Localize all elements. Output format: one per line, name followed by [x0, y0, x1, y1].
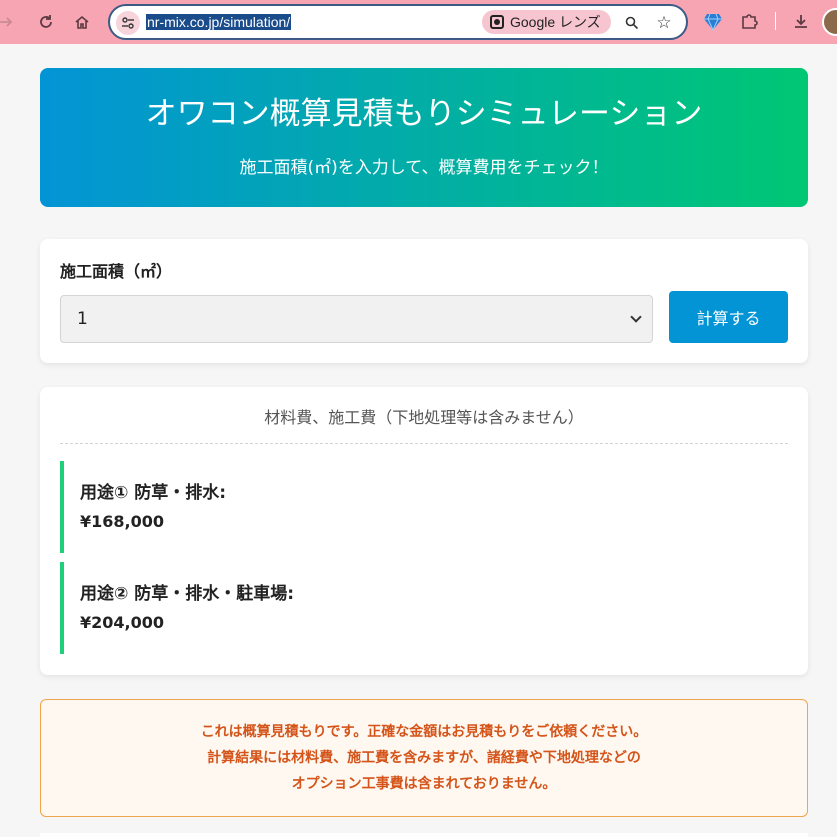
results-card: 材料費、施工費（下地処理等は含みません） 用途① 防草・排水: ¥168,000…	[40, 387, 808, 675]
area-label: 施工面積（㎡）	[60, 262, 173, 281]
calculate-button[interactable]: 計算する	[669, 291, 788, 343]
download-icon[interactable]	[790, 10, 812, 32]
chevron-down-icon	[630, 311, 642, 323]
area-select-value: 1	[77, 309, 88, 329]
notice-line: これは概算見積もりです。正確な金額はお見積もりをご依頼ください。	[200, 724, 648, 740]
zoom-icon[interactable]	[620, 11, 644, 35]
arrow-right-icon[interactable]	[0, 10, 18, 34]
result-price: ¥204,000	[80, 613, 165, 632]
toolbar-divider	[775, 12, 776, 30]
address-bar[interactable]: nr-mix.co.jp/simulation/ Google レンズ ☆	[108, 4, 688, 40]
next-card-edge	[40, 833, 808, 837]
page-title: オワコン概算見積もりシミュレーション	[145, 96, 703, 132]
url-text[interactable]: nr-mix.co.jp/simulation/	[146, 12, 292, 32]
result-label: 用途② 防草・排水・駐車場:	[80, 584, 295, 604]
lens-icon	[490, 15, 504, 29]
result-item: 用途② 防草・排水・駐車場: ¥204,000	[60, 562, 788, 654]
result-price: ¥168,000	[80, 512, 165, 531]
page-subtitle: 施工面積(㎡)を入力して、概算費用をチェック！	[239, 158, 609, 178]
gem-icon[interactable]	[702, 10, 724, 32]
star-icon[interactable]: ☆	[652, 11, 676, 35]
results-header: 材料費、施工費（下地処理等は含みません）	[60, 407, 788, 444]
browser-toolbar: nr-mix.co.jp/simulation/ Google レンズ ☆	[0, 0, 837, 44]
reload-icon[interactable]	[34, 10, 58, 34]
hero-banner: オワコン概算見積もりシミュレーション 施工面積(㎡)を入力して、概算費用をチェッ…	[40, 68, 808, 207]
area-select[interactable]: 1	[60, 295, 653, 343]
google-lens-button[interactable]: Google レンズ	[482, 10, 611, 34]
home-icon[interactable]	[70, 10, 94, 34]
notice-line: 計算結果には材料費、施工費を含みますが、諸経費や下地処理などの	[207, 750, 641, 766]
result-item: 用途① 防草・排水: ¥168,000	[60, 461, 788, 553]
puzzle-icon[interactable]	[738, 10, 760, 32]
avatar[interactable]	[822, 8, 837, 36]
result-label: 用途① 防草・排水:	[80, 483, 227, 503]
disclaimer-notice: これは概算見積もりです。正確な金額はお見積もりをご依頼ください。 計算結果には材…	[40, 699, 808, 817]
url-value: nr-mix.co.jp/simulation/	[146, 14, 292, 30]
input-card: 施工面積（㎡） 1 計算する	[40, 239, 808, 363]
lens-label: Google レンズ	[510, 14, 601, 30]
notice-line: オプション工事費は含まれておりません。	[291, 776, 557, 792]
tune-icon[interactable]	[116, 11, 140, 35]
